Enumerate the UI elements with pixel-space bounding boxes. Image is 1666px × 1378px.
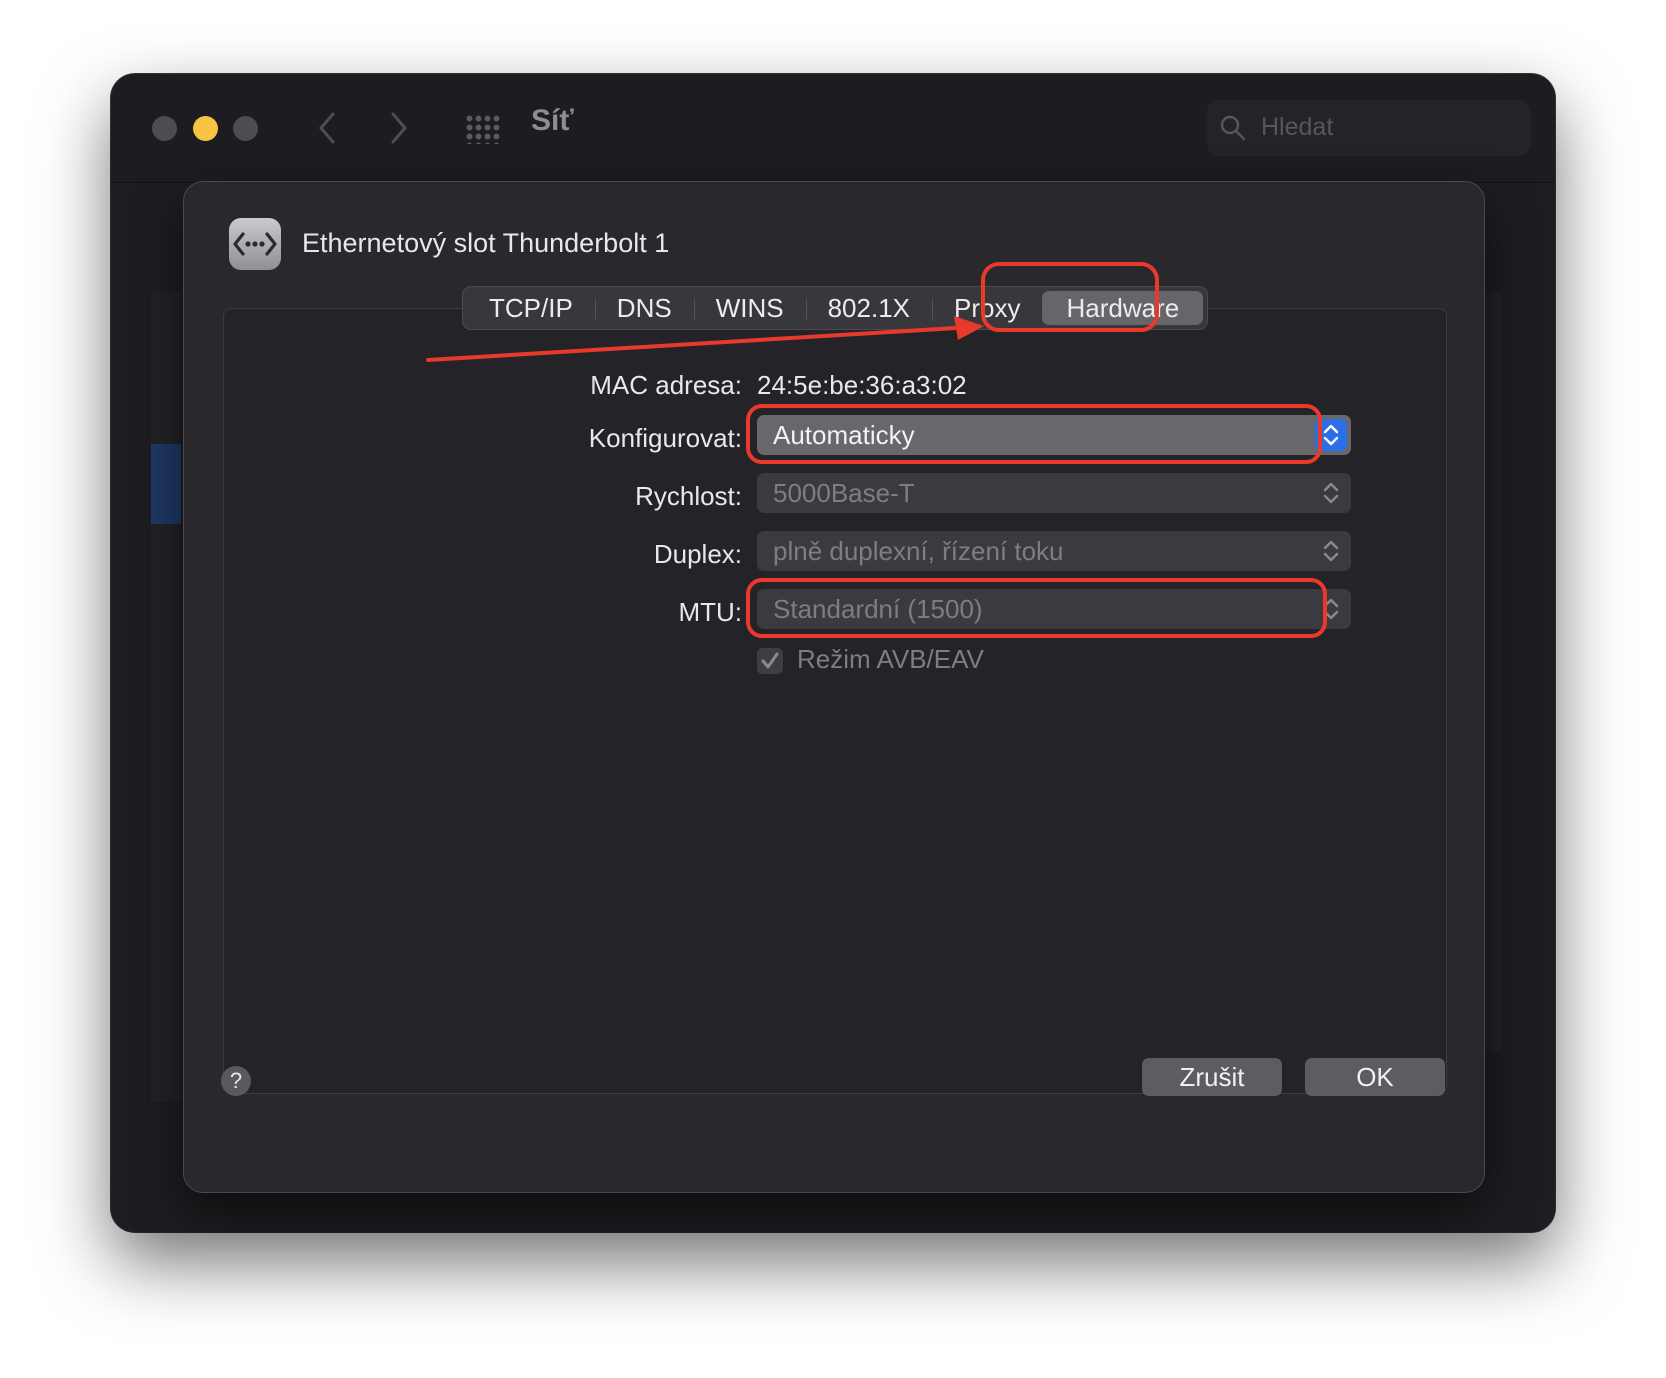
search-placeholder: Hledat [1261,113,1334,141]
search-field[interactable]: Hledat [1207,100,1531,156]
annotation-arrow-icon [426,316,984,362]
back-arrow-icon[interactable] [315,108,339,157]
show-all-grid-icon[interactable] [465,114,501,144]
system-preferences-window: Síť Hledat Ethernetový slot Thunderbolt … [111,74,1555,1232]
search-icon [1220,115,1246,141]
titlebar: Síť Hledat [111,74,1555,183]
background-sidebar [151,292,181,1102]
zoom-window-button[interactable] [233,116,258,141]
forward-arrow-icon[interactable] [387,108,411,157]
hardware-sheet: Ethernetový slot Thunderbolt 1 TCP/IP DN… [183,181,1485,1193]
close-window-button[interactable] [152,116,177,141]
window-title: Síť [531,104,574,137]
minimize-window-button[interactable] [193,116,218,141]
background-selected-row [151,444,181,524]
